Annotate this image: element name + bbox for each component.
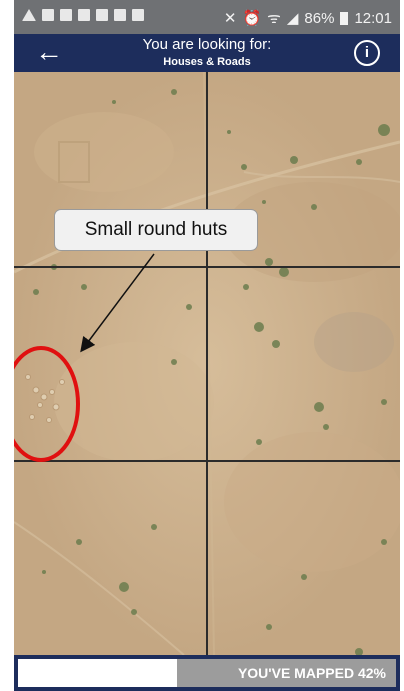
mute-icon: ✕: [223, 10, 237, 27]
notification-icon: [22, 9, 36, 21]
progress-track: YOU'VE MAPPED 42%: [18, 659, 396, 687]
tile-4[interactable]: [208, 268, 400, 460]
grid-line: [206, 72, 208, 655]
facebook-icon: [60, 9, 72, 21]
progress-bar: YOU'VE MAPPED 42%: [14, 655, 400, 691]
grid-line: [14, 460, 400, 462]
progress-fill: [18, 659, 177, 687]
tile-3[interactable]: [14, 268, 206, 460]
tile-5[interactable]: [14, 462, 206, 655]
trophy-icon: [96, 9, 108, 21]
satellite-imagery: Small round huts: [14, 72, 400, 655]
arrow-left-icon: ←: [35, 36, 63, 67]
image-icon: [78, 9, 90, 21]
progress-label: YOU'VE MAPPED 42%: [237, 665, 386, 681]
info-icon: i: [364, 44, 370, 61]
header-title: You are looking for:: [142, 36, 272, 53]
tile-6[interactable]: [208, 462, 400, 655]
header-subtitle: Houses & Roads: [163, 56, 251, 68]
alarm-icon: ⏰: [242, 10, 262, 27]
battery-icon: [340, 11, 349, 25]
annotation-callout: Small round huts: [54, 209, 258, 251]
app-frame: ✕ ⏰ ᯤ ◢ 86% 12:01 ← You are looking for:…: [14, 0, 400, 691]
facebook-icon: [42, 9, 54, 21]
twitter-icon: [114, 9, 126, 21]
info-button[interactable]: i: [354, 40, 380, 66]
battery-percent: 86%: [304, 9, 335, 27]
app-header: ← You are looking for: Houses & Roads i: [14, 34, 400, 72]
status-bar: ✕ ⏰ ᯤ ◢ 86% 12:01: [14, 0, 400, 34]
message-icon: [132, 9, 144, 21]
notification-icons: [22, 9, 144, 21]
system-status: ✕ ⏰ ᯤ ◢ 86% 12:01: [224, 8, 392, 28]
grid-line: [14, 266, 400, 268]
back-button[interactable]: ←: [34, 38, 64, 68]
clock: 12:01: [354, 9, 392, 27]
wifi-icon: ᯤ: [267, 10, 281, 27]
signal-icon: ◢: [286, 10, 299, 27]
